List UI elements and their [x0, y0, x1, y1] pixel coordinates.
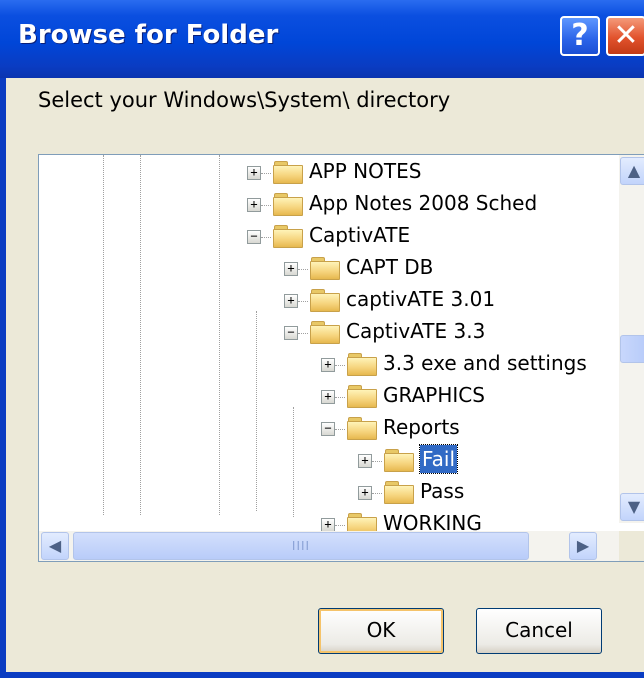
folder-icon: [273, 161, 303, 184]
folder-icon: [384, 449, 414, 472]
tree-connector: [261, 205, 271, 206]
tree-item[interactable]: +3.3 exe and settings: [39, 349, 609, 381]
tree-connector: [298, 301, 308, 302]
folder-icon: [273, 193, 303, 216]
tree-item[interactable]: − CaptivATE 3.3: [39, 317, 609, 349]
tree-item-label[interactable]: GRAPHICS: [383, 381, 485, 409]
folder-icon: [347, 353, 377, 376]
vertical-scrollbar[interactable]: ▲ ▼: [619, 155, 644, 523]
folder-icon: [273, 225, 303, 248]
tree-connector: [335, 397, 345, 398]
tree-item-label[interactable]: CAPT DB: [346, 253, 433, 281]
collapse-icon[interactable]: −: [247, 230, 261, 244]
tree-connector: [261, 173, 271, 174]
folder-tree[interactable]: + APP NOTES + App Notes 2008 Sched − CaptivAT…: [38, 154, 644, 562]
tree-item[interactable]: + App Notes 2008 Sched: [39, 189, 609, 221]
tree-item[interactable]: − Reports: [39, 413, 609, 445]
browse-for-folder-dialog: Browse for Folder ? ✕ Select your Window…: [0, 0, 644, 678]
expand-icon[interactable]: +: [247, 166, 261, 180]
tree-connector: [335, 365, 345, 366]
title-bar[interactable]: Browse for Folder ? ✕: [0, 0, 644, 78]
tree-connector: [261, 237, 271, 238]
folder-icon: [310, 257, 340, 280]
tree-item-label[interactable]: CaptivATE: [309, 221, 410, 249]
horizontal-scrollbar[interactable]: ◀ IIII ▶: [39, 531, 619, 561]
ok-button[interactable]: OK: [318, 608, 444, 654]
tree-item[interactable]: + GRAPHICS: [39, 381, 609, 413]
tree-connector: [372, 493, 382, 494]
close-button[interactable]: ✕: [606, 16, 644, 56]
tree-item[interactable]: + APP NOTES: [39, 157, 609, 189]
scroll-down-button[interactable]: ▼: [620, 493, 644, 521]
tree-connector: [298, 269, 308, 270]
window-title: Browse for Folder: [18, 20, 279, 50]
expand-icon[interactable]: +: [247, 198, 261, 212]
expand-icon[interactable]: +: [321, 358, 335, 372]
tree-item-label[interactable]: APP NOTES: [309, 157, 421, 185]
collapse-icon[interactable]: −: [284, 326, 298, 340]
expand-icon[interactable]: +: [358, 454, 372, 468]
tree-item-label[interactable]: App Notes 2008 Sched: [309, 189, 537, 217]
tree-item-label[interactable]: captivATE 3.01: [346, 285, 495, 313]
tree-item-label[interactable]: Fail: [418, 444, 459, 474]
scrollbar-corner: [619, 531, 644, 561]
tree-item-label[interactable]: 3.3 exe and settings: [383, 349, 587, 377]
folder-icon: [347, 417, 377, 440]
dialog-client-area: Select your Windows\System\ directory + A…: [6, 78, 644, 672]
folder-icon: [310, 321, 340, 344]
scroll-left-button[interactable]: ◀: [41, 532, 69, 560]
tree-item[interactable]: + Pass: [39, 477, 609, 509]
tree-item-label[interactable]: CaptivATE 3.3: [346, 317, 485, 345]
tree-item[interactable]: − CaptivATE: [39, 221, 609, 253]
tree-connector: [335, 525, 345, 526]
folder-icon: [347, 385, 377, 408]
tree-connector: [298, 333, 308, 334]
scroll-right-button[interactable]: ▶: [569, 532, 597, 560]
window-frame-bottom: [0, 672, 644, 678]
tree-item-label[interactable]: Reports: [383, 413, 460, 441]
expand-icon[interactable]: +: [321, 390, 335, 404]
cancel-button[interactable]: Cancel: [476, 608, 602, 654]
folder-icon: [384, 481, 414, 504]
horizontal-scroll-thumb[interactable]: IIII: [73, 532, 529, 560]
expand-icon[interactable]: +: [321, 518, 335, 532]
folder-icon: [310, 289, 340, 312]
tree-item[interactable]: + captivATE 3.01: [39, 285, 609, 317]
tree-item[interactable]: + CAPT DB: [39, 253, 609, 285]
vertical-scroll-thumb[interactable]: [620, 335, 644, 363]
instruction-text: Select your Windows\System\ directory: [38, 88, 451, 112]
expand-icon[interactable]: +: [284, 294, 298, 308]
help-button[interactable]: ?: [560, 16, 600, 56]
collapse-icon[interactable]: −: [321, 422, 335, 436]
scroll-up-button[interactable]: ▲: [620, 157, 644, 185]
expand-icon[interactable]: +: [358, 486, 372, 500]
tree-item[interactable]: + Fail: [39, 444, 609, 477]
tree-connector: [372, 461, 382, 462]
tree-connector: [335, 429, 345, 430]
tree-item-label[interactable]: Pass: [420, 477, 464, 505]
expand-icon[interactable]: +: [284, 262, 298, 276]
